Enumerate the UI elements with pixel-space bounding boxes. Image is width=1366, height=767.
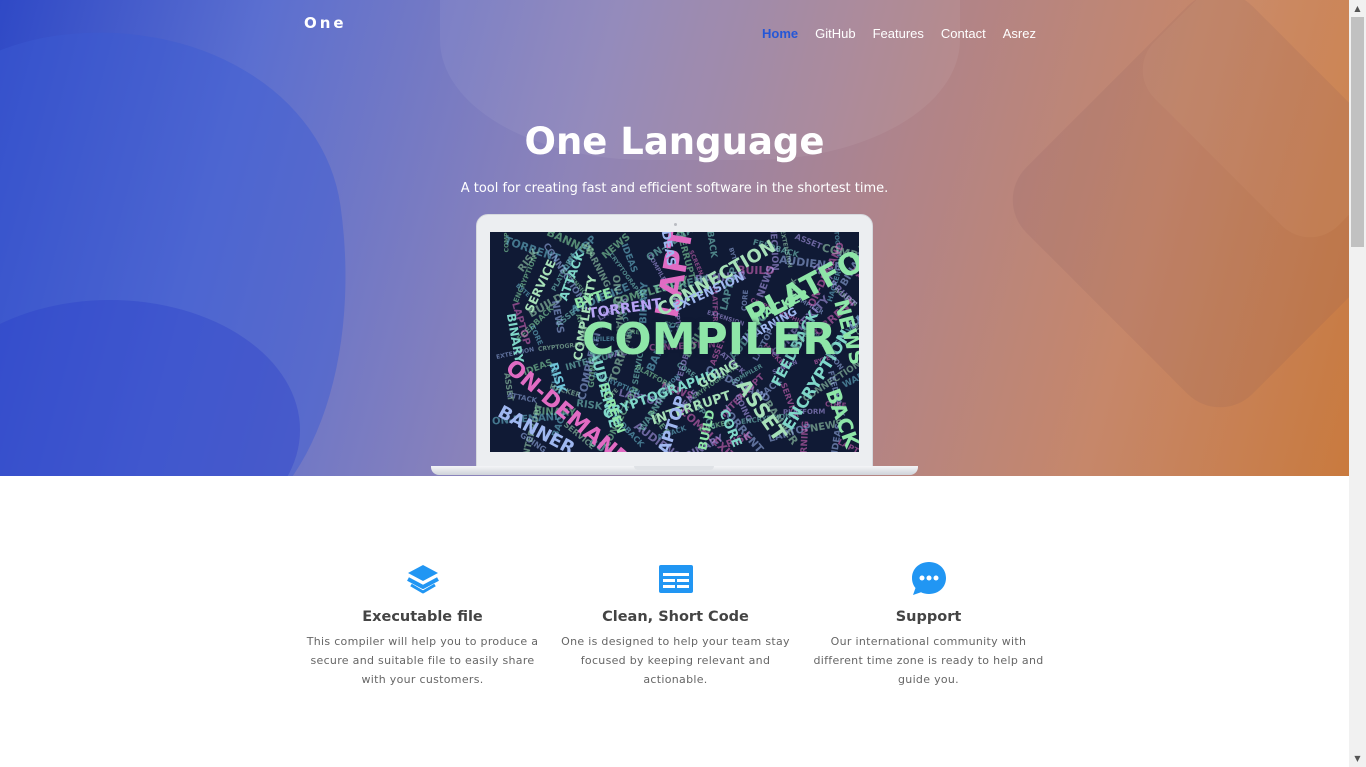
- laptop-mockup: COMPILER PLATFORM LAPTOP CONNECTION ON-DEMAN…: [476, 214, 873, 472]
- laptop-notch: [634, 466, 714, 470]
- browser-window-icon: [549, 560, 802, 598]
- main-nav: Home GitHub Features Contact Asrez: [762, 26, 1053, 41]
- laptop-camera: [674, 223, 677, 226]
- scroll-up-arrow-icon[interactable]: ▲: [1349, 0, 1366, 17]
- wordcloud-word: COMPILER: [582, 314, 837, 365]
- feature-support: Support Our international community with…: [802, 560, 1055, 689]
- nav-item-github[interactable]: GitHub: [815, 26, 855, 41]
- wordcloud-filler-word: NEWS: [548, 299, 566, 335]
- wordcloud-filler-word: BACK: [704, 232, 719, 259]
- hero-subtitle: A tool for creating fast and efficient s…: [460, 181, 889, 196]
- hero-title: One Language: [524, 120, 825, 163]
- feature-text: One is designed to help your team stay f…: [561, 635, 790, 686]
- nav-item-features[interactable]: Features: [873, 26, 924, 41]
- feature-text: This compiler will help you to produce a…: [306, 635, 539, 686]
- scrollbar-thumb[interactable]: [1351, 17, 1364, 247]
- feature-text: Our international community with differe…: [813, 635, 1044, 686]
- nav-item-contact[interactable]: Contact: [941, 26, 986, 41]
- layers-icon: [296, 560, 549, 598]
- wordcloud-filler-word: ASSET: [793, 232, 824, 252]
- nav-item-home[interactable]: Home: [762, 26, 798, 41]
- feature-title: Executable file: [362, 609, 483, 625]
- feature-executable-file: Executable file This compiler will help …: [296, 560, 549, 689]
- feature-clean-code: Clean, Short Code One is designed to hel…: [549, 560, 802, 689]
- features-section: Executable file This compiler will help …: [296, 560, 1056, 689]
- wordcloud-word: BACK: [820, 385, 859, 451]
- nav-item-asrez[interactable]: Asrez: [1003, 26, 1036, 41]
- brand-logo[interactable]: One: [304, 14, 347, 32]
- feature-title: Clean, Short Code: [602, 609, 749, 625]
- wordcloud-filler-word: WARNING: [798, 420, 812, 452]
- page-scrollbar[interactable]: ▲ ▼: [1349, 0, 1366, 767]
- laptop-screen-wordcloud-image: COMPILER PLATFORM LAPTOP CONNECTION ON-DEMAN…: [490, 232, 859, 452]
- chat-bubble-icon: [802, 560, 1055, 598]
- hero-decor-diamond: [993, 0, 1349, 427]
- feature-title: Support: [895, 609, 962, 625]
- scroll-down-arrow-icon[interactable]: ▼: [1349, 750, 1366, 767]
